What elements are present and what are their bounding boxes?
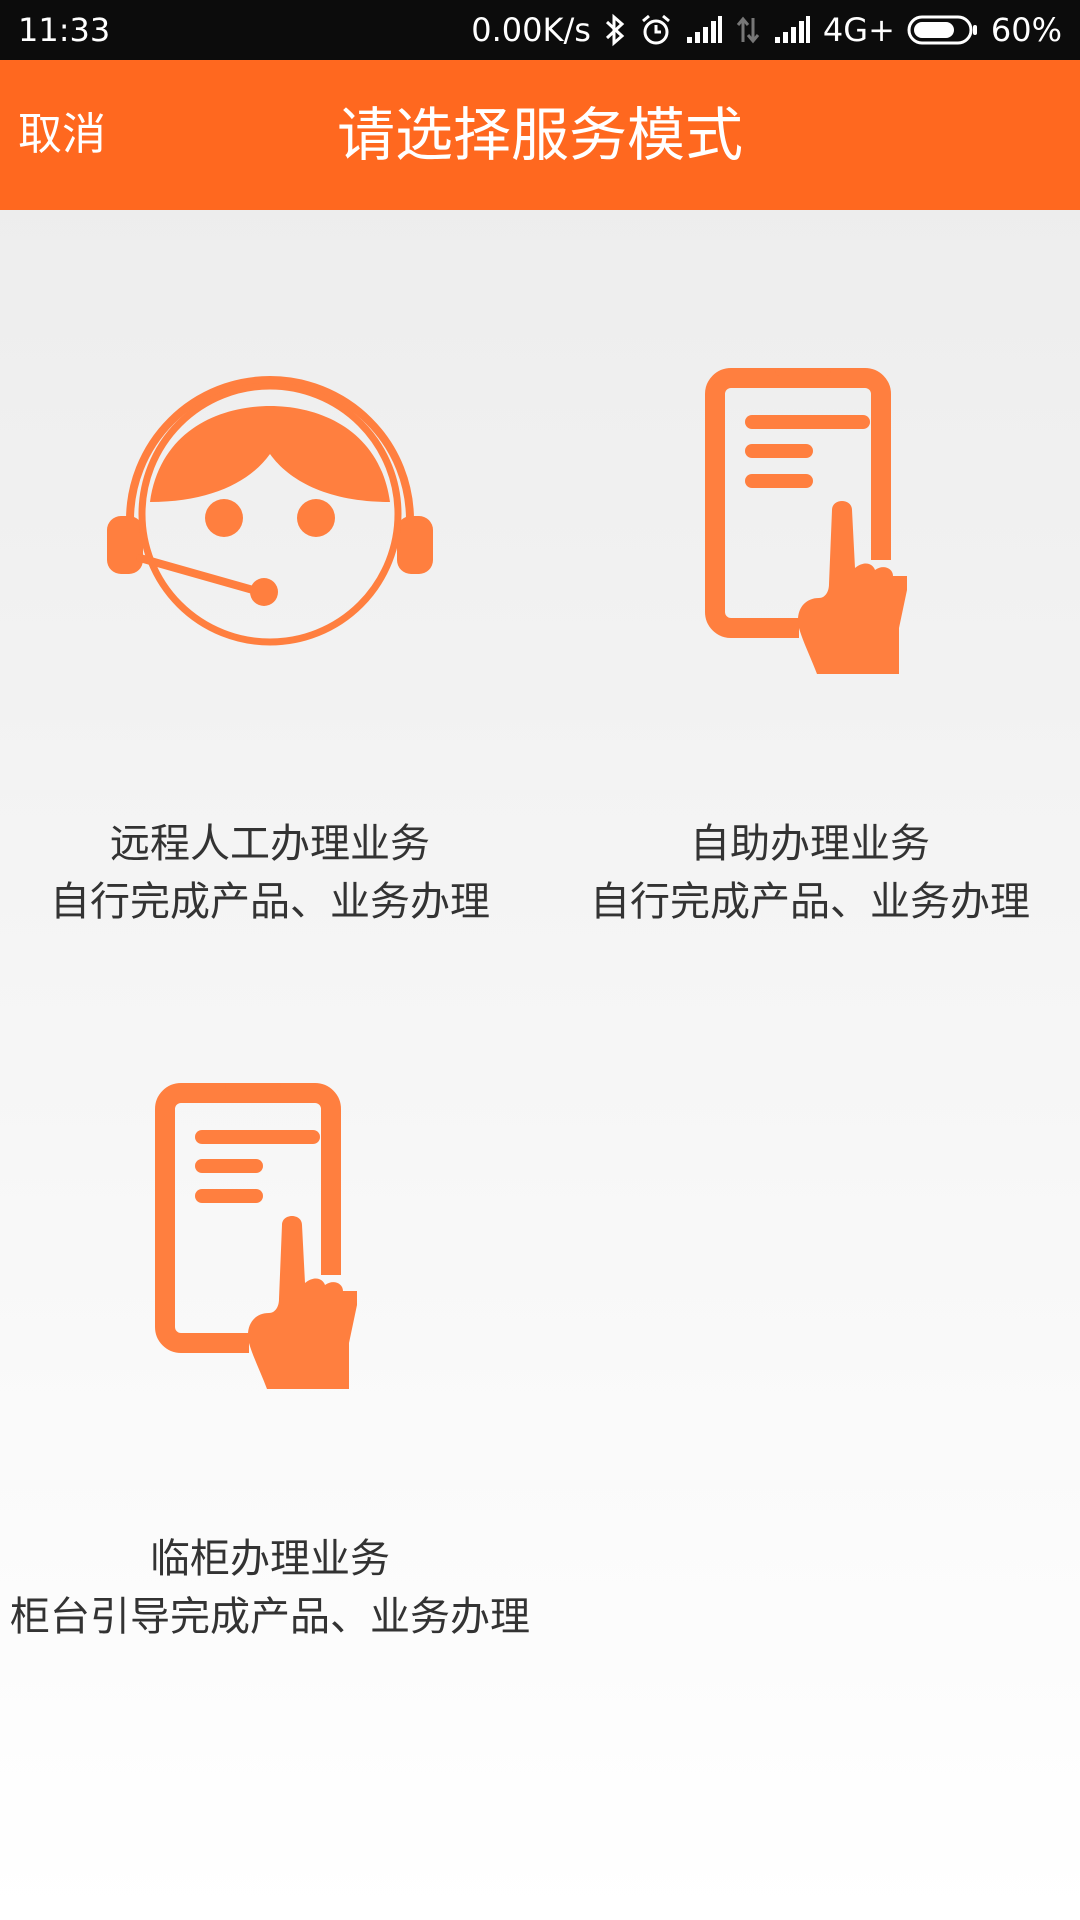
self-service-option[interactable]: 自助办理业务 自行完成产品、业务办理 [540,350,1080,930]
service-title: 临柜办理业务 [150,1536,390,1582]
service-title: 远程人工办理业务 [110,821,430,867]
service-title: 自助办理业务 [690,821,930,867]
page-title: 请选择服务模式 [336,101,743,169]
headset-agent-icon [107,376,433,646]
status-time: 11:33 [18,11,111,49]
cancel-button[interactable]: 取消 [18,60,106,210]
title-bar: 取消 请选择服务模式 [0,60,1080,210]
service-description: 柜台引导完成产品、业务办理 [10,1594,530,1640]
tablet-touch-icon [705,368,907,674]
bluetooth-icon [605,13,625,47]
counter-service-option[interactable]: 临柜办理业务 柜台引导完成产品、业务办理 [0,1065,540,1645]
service-description: 自行完成产品、业务办理 [50,879,490,925]
signal-icon [774,16,810,43]
battery-level: 60% [990,11,1062,49]
network-speed: 0.00K/s [471,11,591,49]
battery-icon [907,15,977,45]
status-indicators: 0.00K/s 4G+ 60% [471,0,1062,60]
service-description: 自行完成产品、业务办理 [590,879,1030,925]
network-type: 4G+ [822,11,895,49]
signal-icon [686,16,722,43]
data-arrows-icon [736,16,760,44]
alarm-icon [641,14,670,45]
remote-service-option[interactable]: 远程人工办理业务 自行完成产品、业务办理 [0,350,540,930]
status-bar: 11:33 0.00K/s 4G+ 60% [0,0,1080,60]
tablet-touch-icon [155,1083,357,1389]
